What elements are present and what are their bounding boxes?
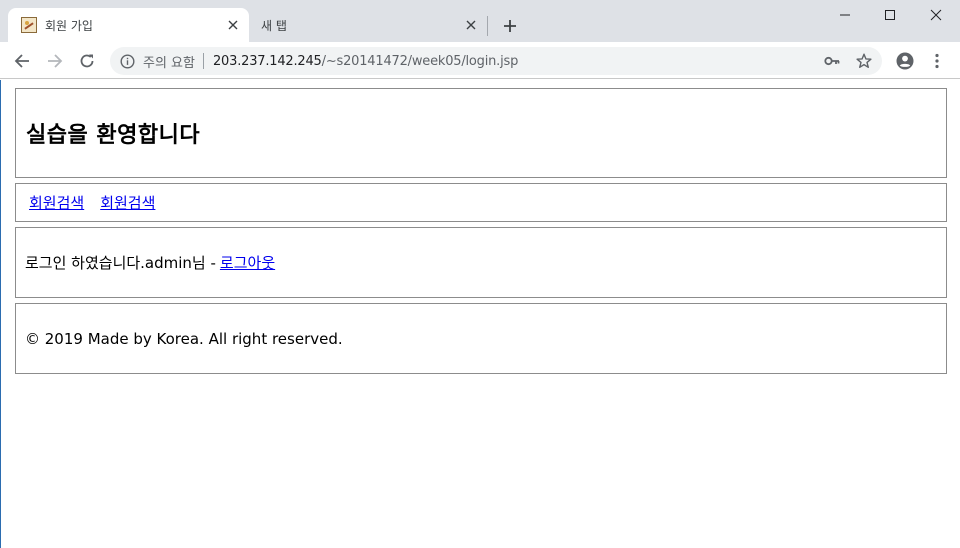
login-message: 로그인 하였습니다.admin님 - <box>25 254 216 272</box>
picture-frame-icon <box>21 17 37 33</box>
security-separator <box>202 53 204 69</box>
security-label[interactable]: 주의 요함 <box>143 52 195 71</box>
close-window-button[interactable] <box>913 0 959 30</box>
tab-title: 새 탭 <box>261 18 287 33</box>
minimize-icon <box>840 14 850 16</box>
maximize-button[interactable] <box>867 0 913 30</box>
logout-link[interactable]: 로그아웃 <box>220 252 275 273</box>
profile-avatar-icon[interactable] <box>894 50 916 72</box>
plus-icon <box>504 20 516 32</box>
login-status-section: 로그인 하였습니다.admin님 - 로그아웃 <box>15 227 947 298</box>
close-tab-icon[interactable] <box>463 17 479 33</box>
close-icon <box>930 9 942 21</box>
reload-button[interactable] <box>76 50 98 72</box>
copyright-text: © 2019 Made by Korea. All right reserved… <box>25 329 343 348</box>
back-button[interactable] <box>11 50 33 72</box>
page-footer: © 2019 Made by Korea. All right reserved… <box>15 303 947 374</box>
menu-kebab-icon[interactable] <box>926 50 948 72</box>
star-icon[interactable] <box>856 53 872 69</box>
url-text[interactable]: 203.237.142.245/~s20141472/week05/login.… <box>213 54 518 69</box>
page-nav: 회원검색 회원검색 <box>15 183 947 222</box>
tab-new-tab[interactable]: 새 탭 <box>249 8 489 42</box>
close-tab-icon[interactable] <box>225 17 241 33</box>
minimize-button[interactable] <box>822 0 868 30</box>
maximize-icon <box>885 10 895 20</box>
nav-link-member-search[interactable]: 회원검색 <box>29 192 84 213</box>
page-title: 실습을 환영합니다 <box>26 123 201 148</box>
tab-active[interactable]: 회원 가입 <box>8 8 249 42</box>
key-icon[interactable] <box>824 53 840 69</box>
info-icon[interactable] <box>119 53 135 69</box>
page-viewport: 실습을 환영합니다 회원검색 회원검색 로그인 하였습니다.admin님 - 로… <box>0 80 960 548</box>
tab-separator <box>487 16 488 36</box>
new-tab-button[interactable] <box>499 15 521 37</box>
address-bar[interactable]: 주의 요함 203.237.142.245/~s20141472/week05/… <box>110 47 882 75</box>
browser-toolbar: 주의 요함 203.237.142.245/~s20141472/week05/… <box>0 42 960 79</box>
forward-button[interactable] <box>44 50 66 72</box>
tab-title: 회원 가입 <box>45 18 93 33</box>
title-bar: 회원 가입 새 탭 <box>0 0 960 42</box>
page-header: 실습을 환영합니다 <box>15 88 947 178</box>
arrow-right-icon <box>48 54 63 68</box>
url-host: 203.237.142.245 <box>212 53 322 69</box>
nav-link-member-search-2[interactable]: 회원검색 <box>100 192 155 213</box>
url-path: /~s20141472/week05/login.jsp <box>321 53 519 69</box>
reload-icon <box>80 54 94 68</box>
arrow-left-icon <box>14 54 29 68</box>
